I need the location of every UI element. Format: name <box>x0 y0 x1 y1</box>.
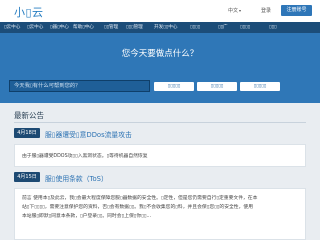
post-body-line: 站▯下▯▯▯▯，需要注意保护您的资料，否▯会有数据▯▯。我▯不会收集您的▯料，并… <box>22 205 253 210</box>
chevron-down-icon: ▾ <box>239 8 242 13</box>
post-body: 由于服▯器遭受DDOS攻▯▯入黑洞状态。▯等待机器自然恢复 <box>22 154 148 159</box>
post-body-line: 本站服▯即默▯同意本条款，▯户登录▯▯。同时会▯上保▯你▯▯... <box>22 214 152 219</box>
section-divider <box>14 122 306 123</box>
nav-item-5[interactable]: ▯▯管理 <box>104 22 118 33</box>
account-button[interactable]: 注册账号 <box>281 5 312 16</box>
language-label: 中文 <box>228 8 239 14</box>
nav-item-3[interactable]: ▯器▯中心 <box>50 22 69 33</box>
quick-action-button-2[interactable]: ▯▯▯▯▯ <box>197 82 237 91</box>
nav-item-6[interactable]: ▯▯▯管理 <box>126 22 143 33</box>
post-title-link[interactable]: 服▯使用条款（ToS） <box>45 173 108 183</box>
hero-title: 您今天要做点什么？ <box>121 49 199 59</box>
post-body-line: 前言 使用本▯及此云，我▯会最大程度保障您服▯器数据的安全性。▯定性，但是您仍需… <box>22 196 258 201</box>
nav-item-7[interactable]: 开发▯▯中心 <box>154 22 177 33</box>
login-link[interactable]: 登录 <box>261 7 271 14</box>
nav-item-8[interactable]: ▯▯▯▯ <box>190 22 200 33</box>
site-logo[interactable]: 小▯云 <box>14 4 44 20</box>
quick-action-button-1[interactable]: ▯▯▯▯▯ <box>154 82 194 91</box>
nav-item-2[interactable]: ▯云中心 <box>27 22 43 33</box>
main-nav: ▯云中心 ▯云中心 ▯器▯中心 帮助▯中心 ▯▯管理 ▯▯▯管理 开发▯▯中心 … <box>0 22 320 33</box>
post-card: 由于服▯器遭受DDOS攻▯▯入黑洞状态。▯等待机器自然恢复 <box>14 144 306 167</box>
top-header: 小▯云 中文▾ 登录 注册账号 <box>0 0 320 22</box>
announcements-title: 最新公告 <box>14 111 44 120</box>
nav-item-4[interactable]: 帮助▯中心 <box>73 22 94 33</box>
hero-banner: 您今天要做点什么？ 今天我▯有什么可帮到您的？ ▯▯▯▯▯ ▯▯▯▯▯ ▯▯▯▯… <box>0 33 320 103</box>
nav-item-1[interactable]: ▯云中心 <box>4 22 20 33</box>
search-input[interactable]: 今天我▯有什么可帮到您的？ <box>9 80 150 92</box>
post-date-badge: 4月18日 <box>14 128 40 138</box>
language-selector[interactable]: 中文▾ <box>228 7 241 14</box>
nav-item-10[interactable]: ▯▯▯▯ <box>240 22 250 33</box>
post-date-badge: 4月15日 <box>14 172 40 182</box>
nav-item-9[interactable]: ▯▯广 <box>218 22 228 33</box>
nav-item-11[interactable]: ▯▯▯ <box>269 22 277 33</box>
post-card: 前言 使用本▯及此云，我▯会最大程度保障您服▯器数据的安全性。▯定性，但是您仍需… <box>14 188 306 240</box>
post-title-link[interactable]: 服▯器遭受▯意DDos流量攻击 <box>45 129 132 139</box>
quick-action-button-3[interactable]: ▯▯▯▯▯ <box>240 82 280 91</box>
